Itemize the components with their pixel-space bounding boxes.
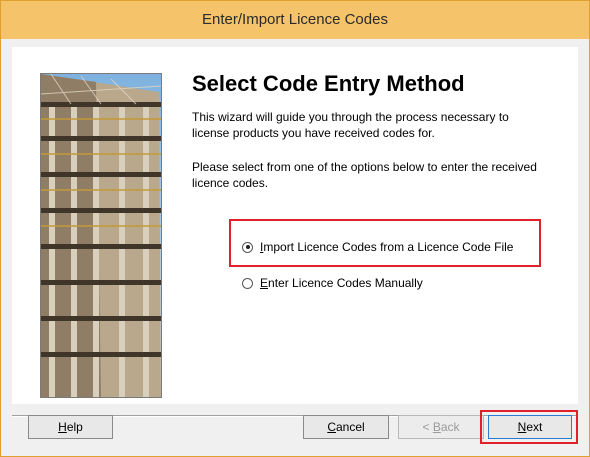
building-construction-image xyxy=(40,73,162,398)
window-title: Enter/Import Licence Codes xyxy=(1,1,589,39)
page-heading: Select Code Entry Method xyxy=(192,71,465,96)
intro-text: This wizard will guide you through the p… xyxy=(192,110,509,140)
wizard-window: Enter/Import Licence Codes Select Code E… xyxy=(0,0,590,457)
highlight-box-next-button xyxy=(480,410,578,444)
cancel-button[interactable]: Cancel xyxy=(303,415,389,439)
instruction-text: Please select from one of the options be… xyxy=(192,160,537,190)
radio-button-enter-manually[interactable] xyxy=(242,277,253,289)
wizard-content-panel: Select Code Entry Method This wizard wil… xyxy=(12,47,578,404)
option-enter-manually[interactable]: Enter Licence Codes Manually xyxy=(242,274,423,292)
highlight-box-import-option xyxy=(229,219,541,267)
back-button[interactable]: < Back xyxy=(398,415,484,439)
wizard-client-area: Select Code Entry Method This wizard wil… xyxy=(8,39,582,450)
option-enter-manually-label: Enter Licence Codes Manually xyxy=(260,276,423,290)
help-button[interactable]: Help xyxy=(28,415,113,439)
